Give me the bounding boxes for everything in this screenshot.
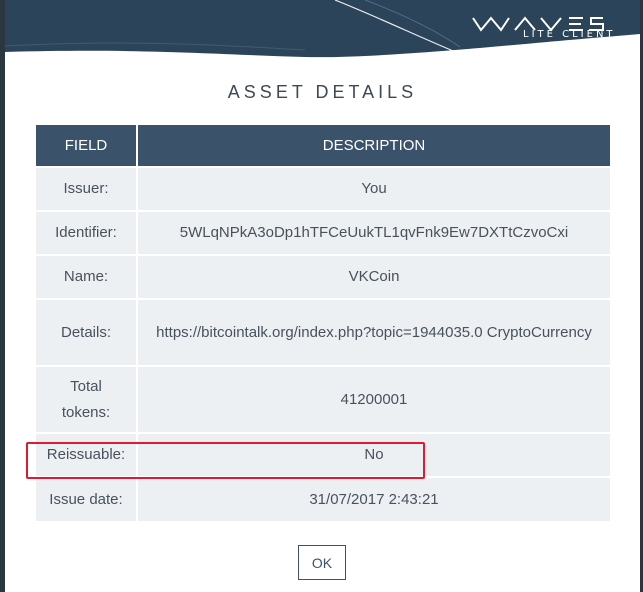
field-label-identifier: Identifier: xyxy=(36,210,138,255)
table-row: Details: https://bitcointalk.org/index.p… xyxy=(36,298,610,366)
field-value-issue-date: 31/07/2017 2:43:21 xyxy=(137,476,610,521)
reissuable-highlight-box xyxy=(26,442,425,479)
table-row: Identifier: 5WLqNPkA3oDp1hTFCeUukTL1qvFn… xyxy=(36,210,610,255)
field-label-issuer: Issuer: xyxy=(36,166,138,211)
field-value-details: https://bitcointalk.org/index.php?topic=… xyxy=(137,298,610,366)
field-label-name: Name: xyxy=(36,254,138,299)
column-header-field: FIELD xyxy=(36,125,138,167)
table-row: Total tokens: 41200001 xyxy=(36,365,610,433)
field-value-name: VKCoin xyxy=(137,254,610,299)
field-label-total-tokens: Total tokens: xyxy=(36,365,138,433)
brand-subtitle: LITE CLIENT xyxy=(523,29,616,40)
table-row: Issuer: You xyxy=(36,166,610,211)
table-row: Issue date: 31/07/2017 2:43:21 xyxy=(36,476,610,521)
asset-details-dialog: LITE CLIENT ASSET DETAILS FIELD DESCRIPT… xyxy=(5,0,640,592)
table-header-row: FIELD DESCRIPTION xyxy=(36,125,610,167)
column-header-description: DESCRIPTION xyxy=(137,125,610,167)
field-label-details: Details: xyxy=(36,298,138,366)
field-label-issue-date: Issue date: xyxy=(36,476,138,521)
dialog-header: LITE CLIENT xyxy=(5,0,640,62)
dialog-title: ASSET DETAILS xyxy=(227,82,418,102)
field-value-issuer: You xyxy=(137,166,610,211)
field-value-total-tokens: 41200001 xyxy=(137,365,610,433)
ok-button[interactable]: OK xyxy=(298,545,346,580)
field-value-identifier: 5WLqNPkA3oDp1hTFCeUukTL1qvFnk9Ew7DXTtCzv… xyxy=(137,210,610,255)
table-row: Name: VKCoin xyxy=(36,254,610,299)
